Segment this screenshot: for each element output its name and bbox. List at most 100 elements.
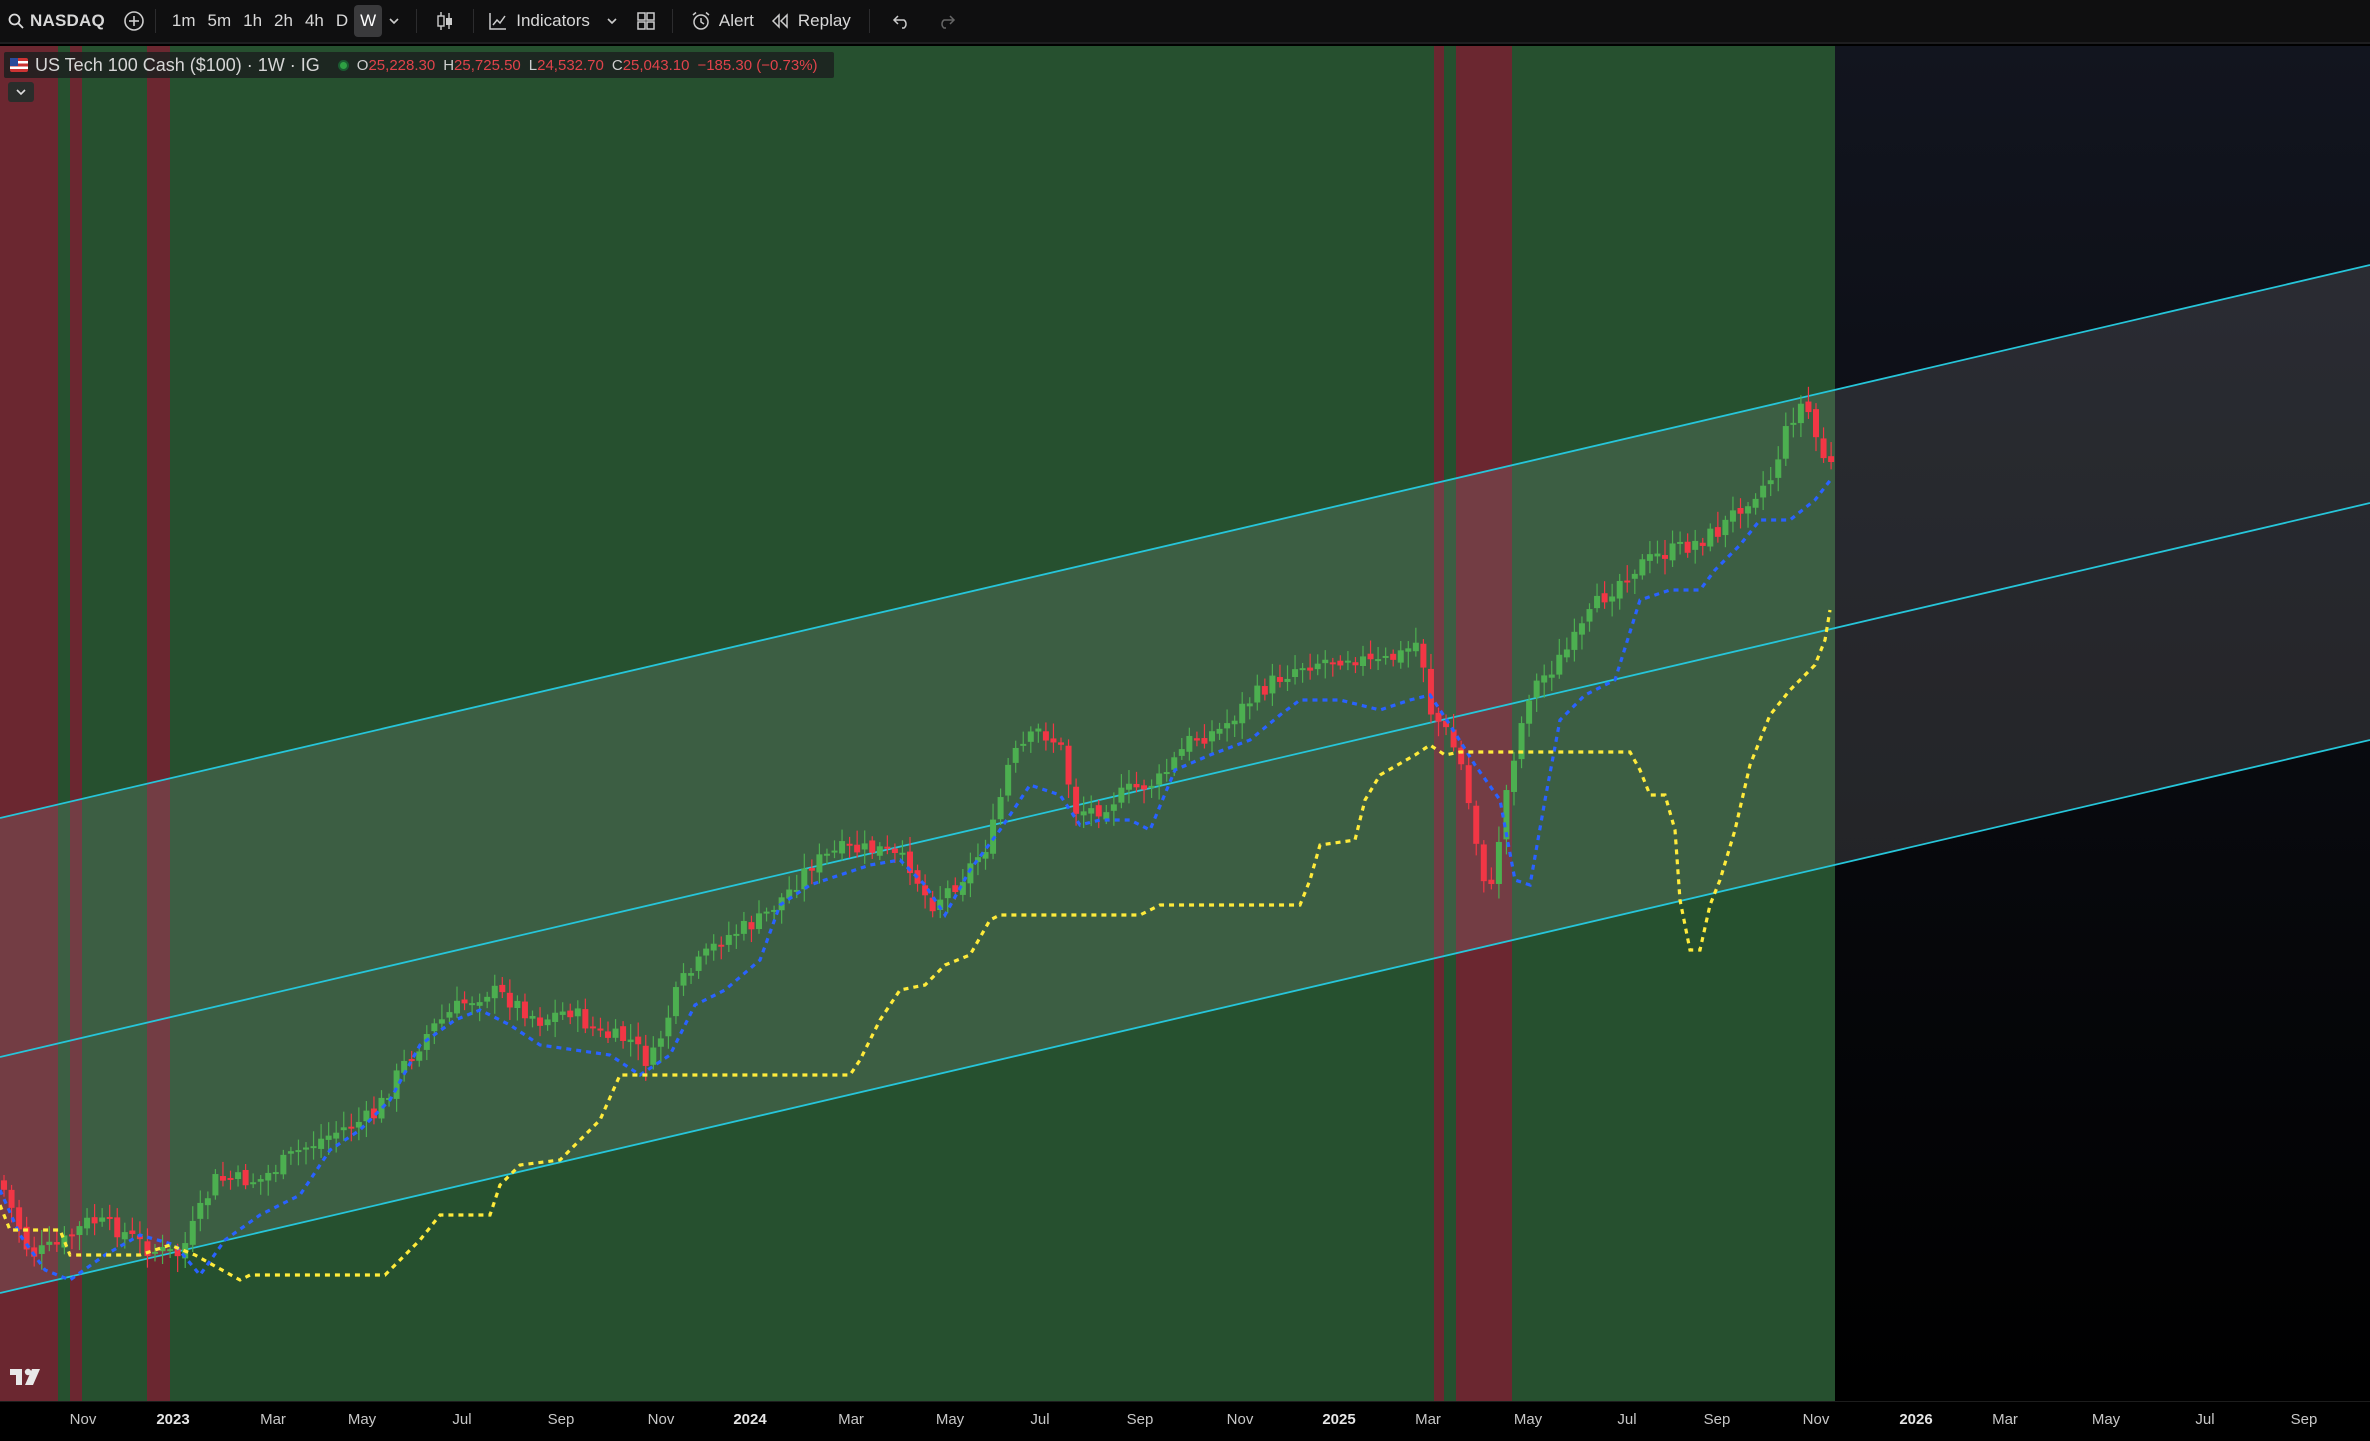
add-symbol-button[interactable] (123, 0, 145, 43)
candle-up (1397, 650, 1404, 663)
candle-up (1797, 403, 1804, 424)
candle-down (8, 1189, 15, 1208)
candle-down (1276, 677, 1283, 682)
symbol-search[interactable]: NASDAQ (0, 0, 105, 43)
chart-type-button[interactable] (427, 0, 463, 43)
candle-down (635, 1036, 642, 1045)
candle-up (1646, 554, 1653, 561)
candle-down (1699, 542, 1706, 546)
chevron-down-icon (15, 87, 27, 97)
timeframe-menu-button[interactable] (382, 0, 406, 43)
alert-button[interactable]: Alert (683, 0, 762, 43)
candle-down (718, 944, 725, 947)
timeframe-1h[interactable]: 1h (237, 5, 268, 37)
candle-down (1367, 653, 1374, 660)
candle-up (1239, 703, 1246, 724)
candle-up (1541, 675, 1548, 683)
candle-up (627, 1039, 634, 1043)
undo-button[interactable] (880, 0, 924, 43)
candle-up (710, 943, 717, 951)
candle-up (121, 1232, 128, 1240)
candle-down (1488, 879, 1495, 885)
time-axis-month-label: Sep (547, 1411, 575, 1428)
toolbar-divider (154, 9, 156, 33)
timeframe-1m[interactable]: 1m (166, 5, 202, 37)
timeframe-5m[interactable]: 5m (202, 5, 238, 37)
alert-label: Alert (718, 11, 754, 30)
candle-up (1209, 731, 1215, 742)
candle-up (1722, 519, 1729, 536)
tradingview-logo[interactable] (10, 1366, 46, 1393)
indicators-button[interactable]: Indicators (484, 0, 594, 43)
candle-down (1050, 738, 1057, 743)
candle-up (1269, 675, 1276, 694)
candle-down (537, 1017, 544, 1026)
timeframe-2h[interactable]: 2h (268, 5, 299, 37)
candle-up (484, 996, 491, 1002)
candle-down (891, 848, 898, 854)
candle-down (1820, 438, 1827, 459)
candle-up (967, 863, 974, 884)
candle-up (99, 1217, 106, 1222)
replay-button[interactable]: Replay (762, 0, 859, 43)
candle-up (1314, 663, 1321, 670)
time-axis-month-label: May (2091, 1411, 2121, 1428)
candle-down (461, 999, 468, 1004)
time-axis-month-label: Mar (1992, 1411, 2018, 1428)
candle-up (1186, 735, 1193, 752)
candle-up (1148, 785, 1155, 788)
candle-down (1465, 765, 1472, 804)
time-axis-month-label: May (1513, 1411, 1543, 1428)
candle-up (680, 973, 687, 986)
price-chart[interactable] (0, 46, 2370, 1401)
time-axis[interactable]: Nov 2023 Mar May Jul Sep Nov 2024 Mar May Jul Sep No… (0, 1401, 2370, 1441)
price-change: −185.30 (−0.73%) (697, 56, 818, 74)
time-axis-year-label: 2023 (156, 1411, 190, 1428)
timeframe-w[interactable]: W (354, 5, 383, 37)
candle-up (333, 1132, 340, 1139)
candle-up (1533, 680, 1540, 698)
candle-up (1616, 580, 1623, 599)
candle-down (1435, 712, 1442, 722)
time-axis-month-label: Sep (2290, 1411, 2318, 1428)
candle-down (1450, 729, 1457, 748)
redo-button[interactable] (924, 0, 968, 43)
candle-up (1110, 804, 1117, 811)
candle-down (1337, 660, 1344, 666)
layout-button[interactable] (630, 0, 662, 43)
candle-up (340, 1127, 347, 1131)
candle-up (476, 1002, 483, 1006)
series-legend[interactable]: US Tech 100 Cash ($100) · 1W · IG O25,22… (4, 52, 834, 78)
timeframe-4h[interactable]: 4h (299, 5, 330, 37)
candle-down (506, 992, 513, 1008)
layout-icon (636, 11, 656, 31)
candle-down (748, 922, 755, 930)
candle-down (952, 885, 959, 893)
indicators-icon (488, 11, 508, 31)
candle-up (1322, 659, 1329, 664)
candle-down (642, 1045, 649, 1066)
chart-canvas[interactable] (0, 46, 2370, 1401)
candle-up (212, 1174, 219, 1196)
us-flag-icon (10, 58, 28, 72)
candle-up (1578, 623, 1585, 635)
time-axis-month-label: Mar (260, 1411, 286, 1428)
candle-up (1156, 773, 1163, 785)
candle-up (861, 843, 868, 850)
candle-up (529, 1016, 536, 1019)
candle-down (1737, 508, 1744, 514)
candle-up (318, 1138, 325, 1149)
time-axis-month-label: Sep (1703, 1411, 1731, 1428)
add-symbol-icon (123, 10, 145, 32)
candle-up (265, 1172, 272, 1181)
candle-down (567, 1010, 574, 1018)
candle-down (129, 1230, 136, 1234)
candle-up (454, 1000, 460, 1014)
candle-down (521, 1001, 528, 1019)
candle-up (733, 933, 740, 936)
indicators-menu-button[interactable] (594, 0, 630, 43)
legend-collapse-button[interactable] (8, 82, 34, 102)
candle-down (1352, 662, 1359, 666)
candle-down (1473, 805, 1480, 844)
timeframe-d[interactable]: D (330, 5, 354, 37)
